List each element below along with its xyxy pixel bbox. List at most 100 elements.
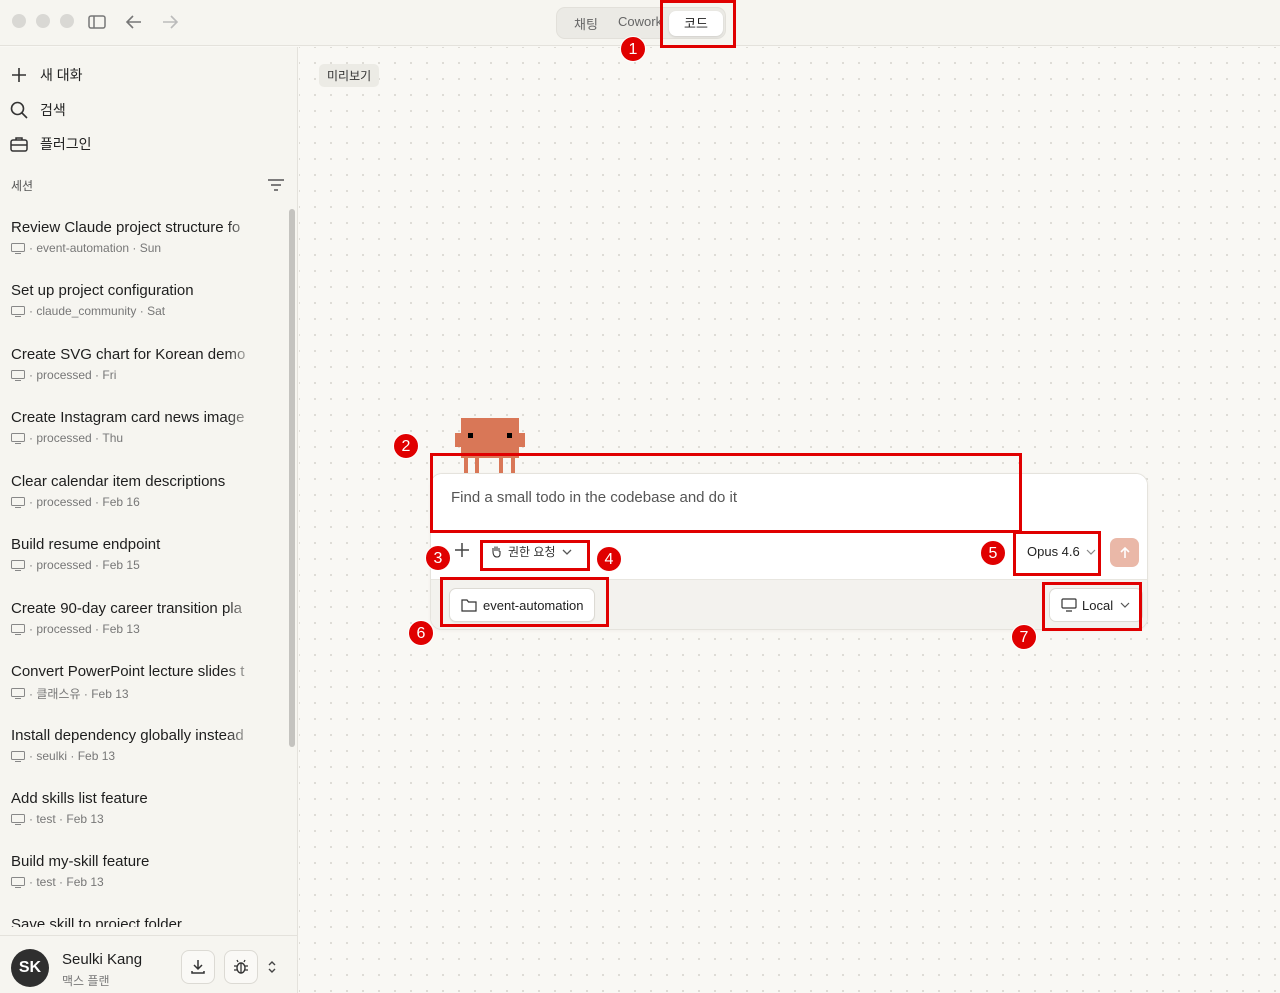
tab-cowork[interactable]: Cowork <box>618 14 664 29</box>
session-title: Create SVG chart for Korean demo <box>11 346 246 363</box>
session-project: processed <box>36 495 92 509</box>
session-item[interactable]: Build resume endpoint · processed · Feb … <box>11 536 256 572</box>
session-item[interactable]: Review Claude project structure fo · eve… <box>11 219 256 255</box>
sidebar-scrollbar[interactable] <box>289 209 295 747</box>
monitor-icon <box>11 688 25 699</box>
session-date: Feb 13 <box>102 622 140 636</box>
annotation-marker-5: 5 <box>980 540 1006 566</box>
close-window-button[interactable] <box>12 14 26 28</box>
avatar[interactable]: SK <box>11 949 49 987</box>
session-project: claude_community <box>36 304 137 318</box>
session-item[interactable]: Install dependency globally instead · se… <box>11 727 256 763</box>
session-date: Feb 15 <box>102 558 140 572</box>
zoom-window-button[interactable] <box>60 14 74 28</box>
send-button[interactable] <box>1110 538 1139 567</box>
user-plan: 맥스 플랜 <box>62 974 110 988</box>
session-title: Create 90-day career transition pla <box>11 600 242 617</box>
session-date: Sat <box>147 304 166 318</box>
session-project: processed <box>36 431 92 445</box>
session-project: 클래스유 <box>36 687 81 701</box>
session-item[interactable]: Set up project configuration · claude_co… <box>11 282 256 318</box>
minimize-window-button[interactable] <box>36 14 50 28</box>
session-item[interactable]: Create Instagram card news image · proce… <box>11 409 256 445</box>
session-title: Install dependency globally instead <box>11 727 244 744</box>
new-chat-label: 새 대화 <box>40 67 83 83</box>
sessions-section-label: 세션 <box>11 179 34 193</box>
session-title: Convert PowerPoint lecture slides t <box>11 663 245 680</box>
annotation-box-4 <box>480 540 590 571</box>
session-date: Sun <box>139 241 162 255</box>
arrow-up-icon <box>1119 546 1130 558</box>
monitor-icon <box>11 623 25 635</box>
session-item[interactable]: Convert PowerPoint lecture slides t · 클래… <box>11 663 256 702</box>
monitor-icon <box>11 559 25 571</box>
session-title: Save skill to project folder <box>11 916 182 927</box>
session-title: Set up project configuration <box>11 282 194 299</box>
annotation-box-5 <box>1013 531 1101 576</box>
session-date: Feb 13 <box>91 686 129 701</box>
user-name: Seulki Kang <box>62 951 143 968</box>
annotation-marker-2: 2 <box>393 433 419 459</box>
monitor-icon <box>11 242 25 254</box>
plugins-label: 플러그인 <box>40 136 92 152</box>
sidebar: 새 대화 검색 플러그인 세션 Review Claude project st… <box>0 47 298 993</box>
monitor-icon <box>11 305 25 317</box>
session-date: Feb 13 <box>77 749 116 763</box>
monitor-icon <box>11 876 25 888</box>
filter-icon[interactable] <box>266 178 286 197</box>
download-button[interactable] <box>181 950 215 984</box>
session-title: Clear calendar item descriptions <box>11 473 226 490</box>
session-item[interactable]: Add skills list feature · test · Feb 13 <box>11 790 256 826</box>
session-date: Feb 13 <box>66 875 104 889</box>
annotation-box-7 <box>1042 582 1142 631</box>
session-project: test <box>36 812 56 826</box>
preview-button[interactable]: 미리보기 <box>319 64 380 87</box>
search-button[interactable]: 검색 <box>8 96 66 124</box>
session-title: Build resume endpoint <box>11 536 161 553</box>
plugins-button[interactable]: 플러그인 <box>8 130 92 158</box>
search-icon <box>8 99 30 121</box>
annotation-marker-1: 1 <box>620 36 646 62</box>
monitor-icon <box>11 369 25 381</box>
session-project: processed <box>36 558 92 572</box>
monitor-icon <box>11 496 25 508</box>
annotation-marker-3: 3 <box>425 545 451 571</box>
monitor-icon <box>11 813 25 825</box>
session-item[interactable]: Save skill to project folder <box>11 916 256 927</box>
bug-report-button[interactable] <box>224 950 258 984</box>
attach-plus-icon[interactable] <box>453 541 471 559</box>
session-item[interactable]: Clear calendar item descriptions · proce… <box>11 473 256 509</box>
bug-icon <box>234 959 248 974</box>
session-date: Feb 13 <box>66 812 104 826</box>
session-list: Review Claude project structure fo · eve… <box>0 207 288 927</box>
annotation-box-6 <box>440 577 609 627</box>
user-bar: SK Seulki Kang 맥스 플랜 <box>0 935 297 993</box>
session-project: test <box>36 875 56 889</box>
annotation-box-1 <box>660 0 736 48</box>
search-label: 검색 <box>40 102 66 118</box>
session-title: Create Instagram card news image <box>11 409 245 426</box>
annotation-box-2 <box>430 453 1022 533</box>
tab-chat[interactable]: 채팅 <box>574 14 598 33</box>
sidebar-toggle-icon[interactable] <box>86 11 108 33</box>
annotation-marker-4: 4 <box>596 546 622 572</box>
forward-arrow-icon[interactable] <box>159 11 181 33</box>
session-date: Fri <box>102 368 117 382</box>
annotation-marker-7: 7 <box>1011 624 1037 650</box>
session-item[interactable]: Build my-skill feature · test · Feb 13 <box>11 853 256 889</box>
session-title: Build my-skill feature <box>11 853 150 870</box>
session-project: seulki <box>36 749 68 763</box>
new-chat-button[interactable]: 새 대화 <box>8 61 83 89</box>
session-item[interactable]: Create 90-day career transition pla · pr… <box>11 600 256 636</box>
session-project: processed <box>36 368 92 382</box>
session-title: Add skills list feature <box>11 790 148 807</box>
account-menu-chevron-icon[interactable] <box>266 958 278 981</box>
session-title: Review Claude project structure fo <box>11 219 241 236</box>
download-icon <box>191 960 205 974</box>
briefcase-icon <box>8 133 30 155</box>
session-project: processed <box>36 622 92 636</box>
back-arrow-icon[interactable] <box>123 11 145 33</box>
session-date: Feb 16 <box>102 495 140 509</box>
session-item[interactable]: Create SVG chart for Korean demo · proce… <box>11 346 256 382</box>
plus-icon <box>8 64 30 86</box>
